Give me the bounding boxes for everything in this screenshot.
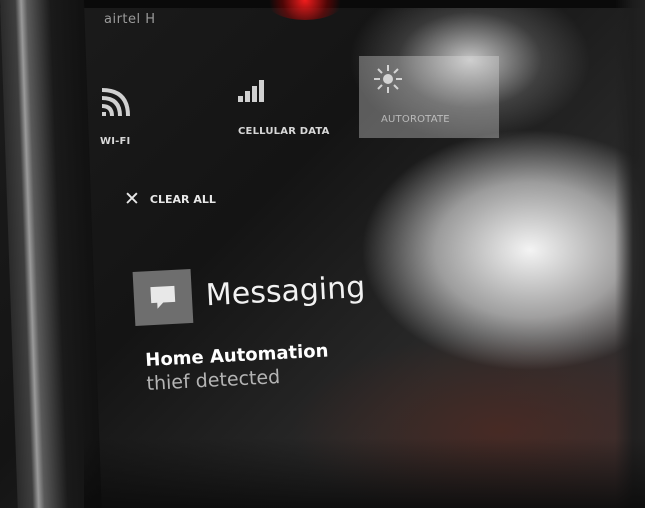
quick-action-wifi[interactable]: WI-FI [98, 84, 168, 154]
carrier-label: airtel H [104, 12, 156, 27]
clear-all-button[interactable]: ✕ CLEAR ALL [124, 190, 216, 209]
phone-photo: airtel H WI-FI CELLULAR DATA AUTOROTATE … [0, 0, 645, 508]
action-center-screen: airtel H WI-FI CELLULAR DATA AUTOROTATE … [84, 0, 624, 508]
close-icon: ✕ [124, 188, 140, 210]
quick-action-wifi-label: WI-FI [100, 136, 131, 147]
brightness-icon [373, 64, 403, 97]
quick-action-cellular-data[interactable]: CELLULAR DATA [234, 74, 364, 144]
screen-bottom-shadow [84, 438, 645, 508]
notification-app-header: Messaging [132, 260, 367, 326]
notification-item[interactable]: Home Automation thief detected [145, 340, 330, 395]
clear-all-label: CLEAR ALL [149, 193, 216, 206]
quick-action-autorotate-label: AUTOROTATE [381, 114, 450, 125]
cellular-signal-icon [238, 78, 268, 105]
phone-bezel-right [615, 0, 645, 508]
quick-action-autorotate[interactable]: AUTOROTATE [359, 56, 499, 138]
wifi-icon [100, 88, 134, 121]
quick-action-cellular-data-label: CELLULAR DATA [238, 126, 330, 137]
message-bubble-icon [132, 269, 194, 326]
notification-app-name: Messaging [204, 269, 367, 313]
